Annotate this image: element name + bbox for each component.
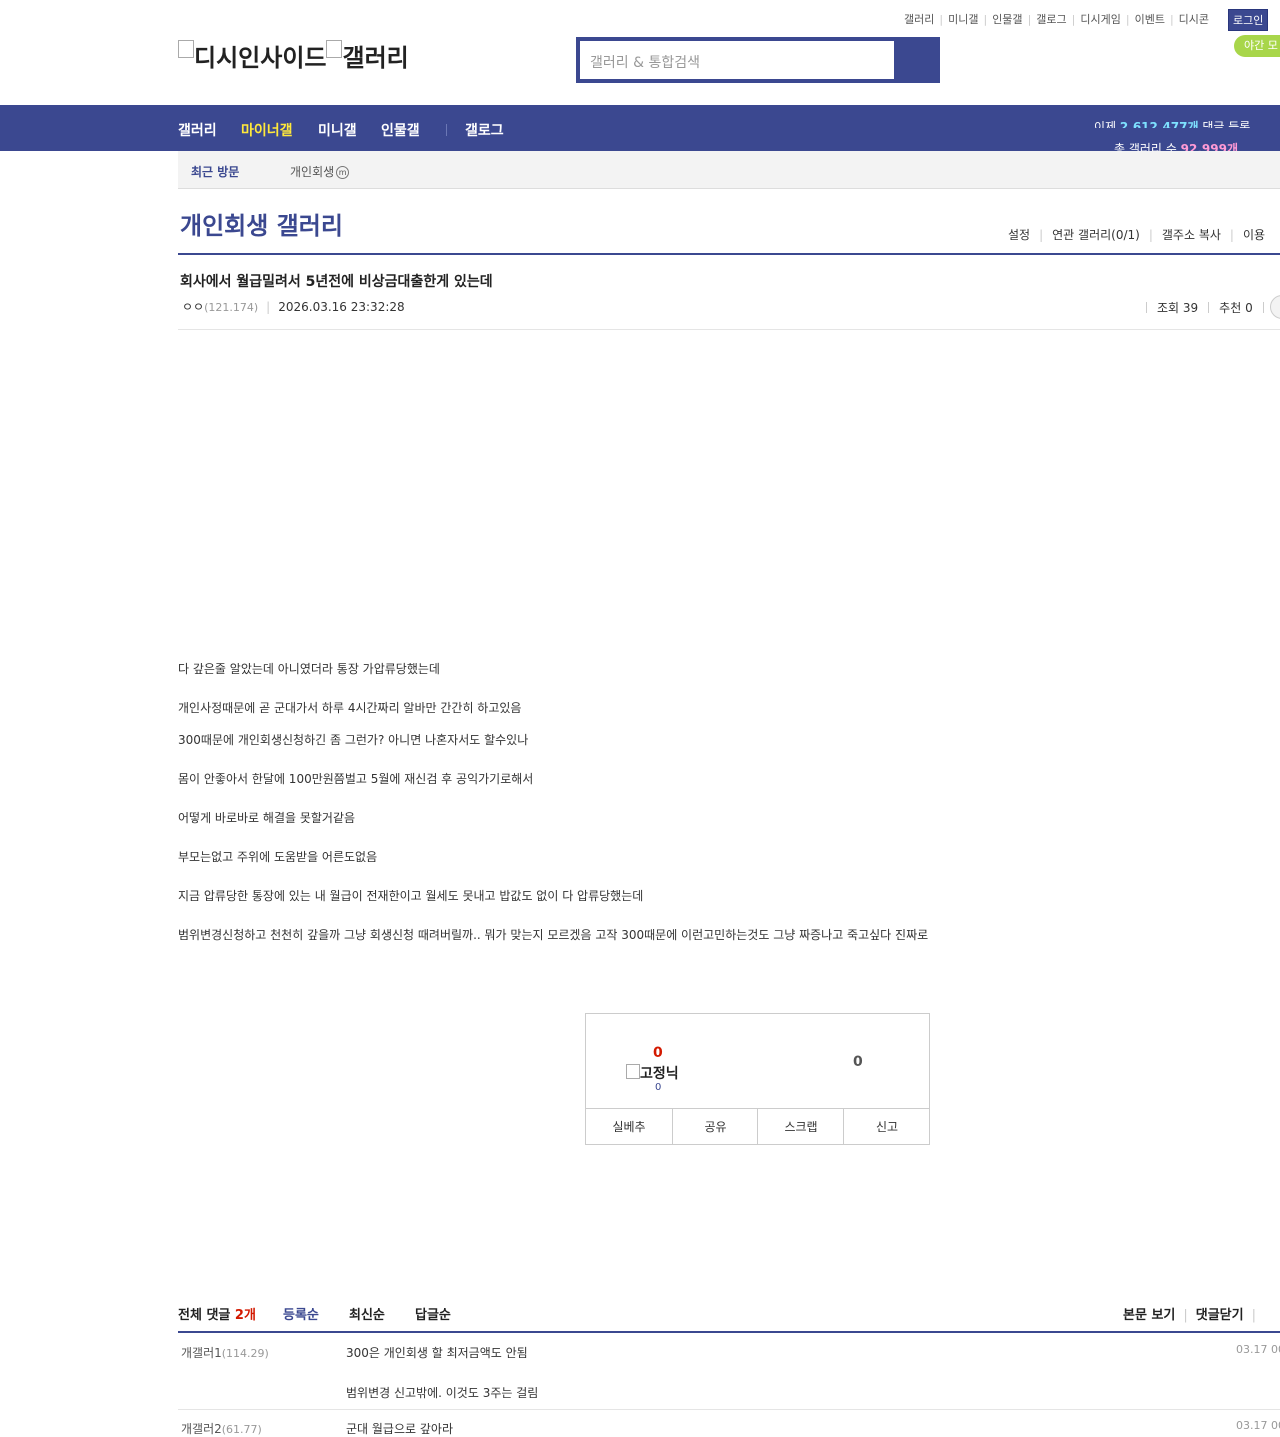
divider (178, 329, 1280, 330)
util-link-dccon[interactable]: 디시콘 (1179, 13, 1209, 26)
recent-visit-item[interactable]: 개인회생 m (290, 163, 350, 180)
recommend-box: 0 고정닉 0 0 실베추 공유 스크랩 신고 (585, 1013, 930, 1145)
post-body-line: 어떻게 바로바로 해결을 못할거같음 (178, 811, 356, 825)
search-box: 갤러리 & 통합검색 (576, 37, 940, 83)
writer-ip: (121.174) (204, 301, 259, 314)
post-body-line: 지금 압류당한 통장에 있는 내 월급이 전재한이고 월세도 못내고 밥값도 없… (178, 889, 644, 903)
broken-image-icon (626, 1064, 640, 1079)
search-input[interactable]: 갤러리 & 통합검색 (580, 41, 894, 79)
post-counts: 조회 39 추천 0 (1136, 299, 1274, 316)
nav-divider (446, 124, 447, 136)
comment-date: 03.17 00 (1236, 1419, 1280, 1432)
comment-text: 300은 개인회생 할 최저금액도 안됨 (346, 1346, 528, 1360)
post-title: 회사에서 월급밀려서 5년전에 비상금대출한게 있는데 (180, 274, 493, 290)
recent-visit-bar: 최근 방문 개인회생 m (178, 151, 1280, 189)
share-button[interactable]: 공유 (672, 1109, 758, 1145)
comment-text: 군대 월급으로 갚아라 (346, 1422, 453, 1436)
sort-replies[interactable]: 답글순 (415, 1304, 451, 1323)
post-body-line: 부모는없고 주위에 도움받을 어른도없음 (178, 850, 378, 864)
divider (178, 253, 1280, 255)
search-button[interactable] (896, 41, 936, 79)
comment-nick[interactable]: 개갤러1(114.29) (181, 1344, 269, 1361)
sort-latest[interactable]: 최신순 (349, 1304, 385, 1323)
gallery-settings-link[interactable]: 설정 (1008, 228, 1030, 242)
night-mode-toggle[interactable]: 야간 모 (1234, 35, 1280, 57)
post-body-line: 범위변경신청하고 천천히 갚을까 그냥 회생신청 때려버릴까.. 뭐가 맞는지 … (178, 928, 929, 942)
gallery-title[interactable]: 개인회생 갤러리 (180, 206, 343, 241)
view-post-link[interactable]: 본문 보기 (1123, 1308, 1175, 1323)
recommend-actions: 실베추 공유 스크랩 신고 (586, 1108, 929, 1145)
post-body-line: 다 갚은줄 알았는데 아니였더라 통장 가압류당했는데 (178, 662, 440, 676)
report-button[interactable]: 신고 (843, 1109, 930, 1145)
nav-mini[interactable]: 미니갤 (318, 120, 357, 140)
divider (178, 1409, 1280, 1410)
view-count: 조회 39 (1157, 301, 1199, 315)
comment-nick[interactable]: 개갤러2(61.77) (181, 1420, 262, 1437)
nav-gallery[interactable]: 갤러리 (178, 120, 217, 140)
usage-link[interactable]: 이용 (1243, 228, 1265, 242)
logo-sub: 갤러리 (342, 44, 409, 72)
fixed-nick-upvote: 고정닉 (626, 1063, 679, 1083)
copy-address-link[interactable]: 갤주소 복사 (1162, 228, 1221, 242)
best-recommend-button[interactable]: 실베추 (586, 1109, 672, 1145)
nav-person[interactable]: 인물갤 (381, 120, 420, 140)
util-link-mini[interactable]: 미니갤 (948, 13, 978, 26)
minor-badge-icon: m (336, 166, 350, 179)
site-logo[interactable]: 디시인사이드 갤러리 (178, 38, 409, 73)
comment-text: 범위변경 신고밖에. 이것도 3주는 걸림 (346, 1386, 539, 1400)
post-body-line: 300때문에 개인회생신청하긴 좀 그런가? 아니면 나혼자서도 할수있나 (178, 733, 529, 747)
util-link-person[interactable]: 인물갤 (992, 13, 1022, 26)
gallery-count-ticker: 총 갤러리 수 92,999개 (1114, 142, 1239, 151)
nav-minor[interactable]: 마이너갤 (241, 120, 293, 140)
recommend-count: 추천 0 (1219, 301, 1253, 315)
scrap-button[interactable]: 스크랩 (757, 1109, 844, 1145)
top-util-links: 갤러리 | 미니갤 | 인물갤 | 갤로그 | 디시게임 | 이벤트 | 디시콘 (904, 13, 1210, 26)
nav-gallog[interactable]: 갤로그 (465, 120, 504, 140)
divider (178, 1331, 1280, 1333)
logo-main: 디시인사이드 (194, 44, 327, 72)
broken-image-icon (178, 40, 194, 58)
util-link-game[interactable]: 디시게임 (1080, 13, 1120, 26)
util-link-event[interactable]: 이벤트 (1135, 13, 1165, 26)
comment-count-ticker: 이제 2,612,477개 댓글 등록 (1094, 120, 1251, 128)
sort-registered[interactable]: 등록순 (283, 1304, 319, 1323)
post-body-line: 개인사정때문에 곧 군대가서 하루 4시간짜리 알바만 간간히 하고있음 (178, 701, 522, 715)
util-link-gallery[interactable]: 갤러리 (904, 13, 934, 26)
comment-tools: 본문 보기 | 댓글닫기 | (1123, 1308, 1256, 1323)
broken-image-icon (326, 40, 343, 58)
fixed-nick-count: 0 (655, 1082, 662, 1093)
login-button[interactable]: 로그인 (1228, 9, 1269, 31)
downvote-count[interactable]: 0 (853, 1054, 863, 1070)
upvote-count[interactable]: 0 (653, 1045, 663, 1061)
comment-total: 전체 댓글 2개 (178, 1308, 256, 1323)
post-date: 2026.03.16 23:32:28 (278, 300, 405, 314)
recent-visit-label: 최근 방문 (191, 165, 240, 179)
writer-nick[interactable]: ㅇㅇ (182, 300, 204, 314)
related-gallery-link[interactable]: 연관 갤러리(0/1) (1052, 228, 1140, 242)
post-writer: ㅇㅇ(121.174) | 2026.03.16 23:32:28 (182, 300, 405, 314)
comment-date: 03.17 00 (1236, 1343, 1280, 1356)
main-nav: 갤러리 마이너갤 미니갤 인물갤 갤로그 (0, 105, 1280, 151)
util-link-gallog[interactable]: 갤로그 (1036, 13, 1066, 26)
close-comments-link[interactable]: 댓글닫기 (1196, 1308, 1244, 1323)
gallery-links: 설정 | 연관 갤러리(0/1) | 갤주소 복사 | 이용 (1008, 228, 1266, 242)
post-body-line: 몸이 안좋아서 한달에 100만원쯤벌고 5월에 재신검 후 공익가기로해서 (178, 772, 534, 786)
